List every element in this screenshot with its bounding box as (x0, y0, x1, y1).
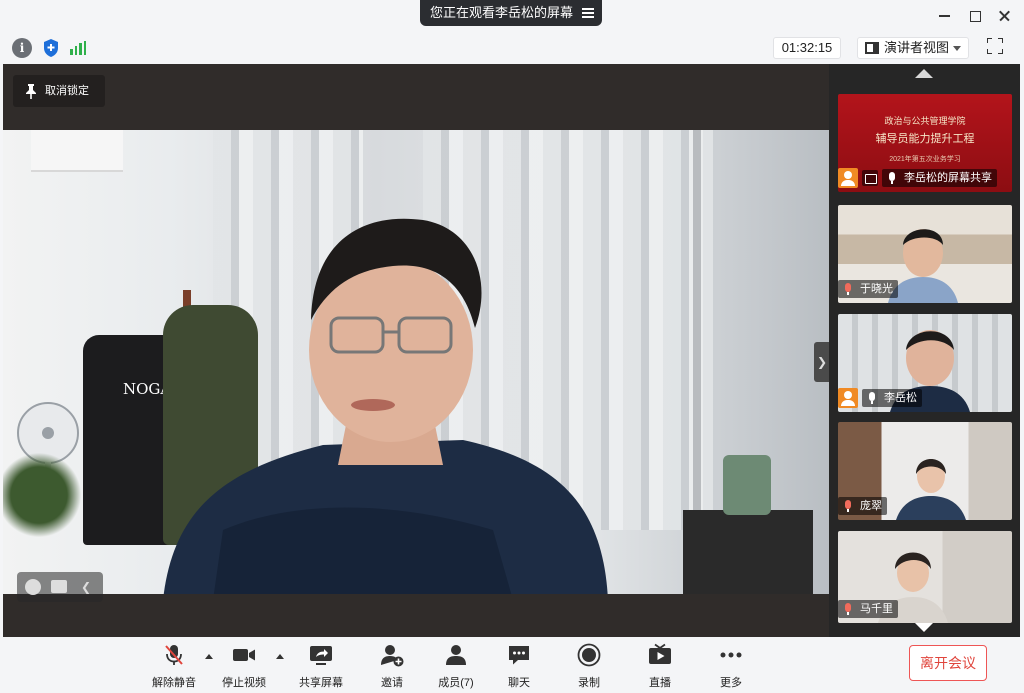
tile-name-bar: 于晓光 (838, 279, 902, 299)
unlock-pin-label: 取消锁定 (45, 85, 89, 97)
mic-muted-icon (162, 643, 186, 667)
collapse-sidebar-button[interactable]: ❯ (814, 342, 830, 382)
participant-tile-screen-share[interactable]: 政治与公共管理学院 辅导员能力提升工程 2021年第五次业务学习 李岳松的屏幕共… (838, 94, 1012, 192)
title-bar: 您正在观看李岳松的屏幕 (0, 0, 1024, 32)
tile-name-bar: 李岳松的屏幕共享 (838, 168, 1001, 188)
slide-line: 政治与公共管理学院 (884, 116, 966, 126)
fullscreen-icon[interactable] (987, 38, 1003, 54)
minimize-button[interactable] (936, 8, 952, 24)
chevron-down-icon (953, 46, 961, 51)
video-options-icon[interactable] (276, 654, 284, 659)
participant-panel: 政治与公共管理学院 辅导员能力提升工程 2021年第五次业务学习 李岳松的屏幕共… (829, 64, 1020, 637)
pin-icon (26, 84, 36, 99)
record-icon (577, 643, 601, 667)
participant-name: 马千里 (838, 600, 898, 618)
top-toolbar: i 01:32:15 演讲者视图 (0, 32, 1024, 64)
scroll-up-icon[interactable] (915, 69, 933, 78)
menu-icon[interactable] (582, 8, 594, 18)
leave-meeting-button[interactable]: 离开会议 (909, 645, 987, 681)
invite-button[interactable]: 邀请 (356, 643, 428, 689)
slide-line: 辅导员能力提升工程 (875, 133, 975, 145)
participant-tile[interactable]: 马千里 (838, 531, 1012, 623)
mic-icon (888, 172, 896, 184)
unmute-button[interactable]: 解除静音 (138, 643, 210, 689)
more-button[interactable]: 更多 (695, 643, 767, 689)
participant-tile[interactable]: 李岳松 (838, 314, 1012, 412)
layout-icon (865, 42, 879, 54)
participant-name: 庞翠 (838, 497, 887, 515)
mic-muted-icon (844, 500, 852, 512)
speaker-video[interactable]: NOGA (3, 130, 829, 594)
screen-share-icon (862, 170, 878, 186)
sharing-banner[interactable]: 您正在观看李岳松的屏幕 (420, 0, 602, 26)
tile-name-bar: 庞翠 (838, 496, 891, 516)
close-button[interactable] (996, 8, 1012, 24)
invite-icon (380, 643, 404, 667)
members-button[interactable]: 成员(7) (420, 643, 492, 689)
view-mode-label: 演讲者视图 (884, 40, 950, 55)
live-label: 直播 (649, 677, 671, 689)
mic-muted-icon (844, 283, 852, 295)
sharing-banner-text: 您正在观看李岳松的屏幕 (430, 5, 574, 20)
slide-line: 2021年第五次业务学习 (889, 156, 961, 163)
share-screen-label: 共享屏幕 (299, 677, 343, 689)
scroll-down-icon[interactable] (915, 623, 933, 632)
mic-muted-icon (844, 603, 852, 615)
main-video-stage: 取消锁定 NOGA ❮ ❯ (3, 64, 830, 637)
unmute-label: 解除静音 (152, 677, 196, 689)
meeting-timer: 01:32:15 (773, 37, 841, 59)
video-camera-icon (232, 643, 256, 667)
tile-name-bar: 李岳松 (838, 388, 926, 408)
tile-name-bar: 马千里 (838, 599, 902, 619)
participant-name: 李岳松 (862, 389, 922, 407)
mic-icon (868, 392, 876, 404)
live-icon (648, 643, 672, 667)
reaction-icon[interactable] (25, 579, 41, 595)
host-icon (838, 168, 858, 188)
share-screen-button[interactable]: 共享屏幕 (285, 643, 357, 689)
stop-video-label: 停止视频 (222, 677, 266, 689)
chevron-left-icon[interactable]: ❮ (81, 580, 91, 594)
caption-icon[interactable] (51, 580, 67, 593)
participant-tile[interactable]: 庞翠 (838, 422, 1012, 520)
record-label: 录制 (578, 677, 600, 689)
chat-button[interactable]: 聊天 (483, 643, 555, 689)
participant-name: 李岳松的屏幕共享 (882, 169, 997, 187)
more-label: 更多 (720, 677, 742, 689)
view-mode-dropdown[interactable]: 演讲者视图 (857, 37, 969, 59)
chat-icon (507, 643, 531, 667)
invite-label: 邀请 (381, 677, 403, 689)
participant-tile[interactable]: 于晓光 (838, 205, 1012, 303)
members-icon (444, 643, 468, 667)
shield-icon[interactable] (41, 38, 61, 58)
meeting-control-bar: 解除静音 停止视频 共享屏幕 邀请 成员(7) 聊天 录制 直播 更多 离开会议 (0, 637, 1024, 693)
signal-strength-icon[interactable] (68, 38, 88, 58)
participant-name: 于晓光 (838, 280, 898, 298)
unlock-pin-button[interactable]: 取消锁定 (13, 75, 105, 107)
chat-label: 聊天 (508, 677, 530, 689)
live-stream-button[interactable]: 直播 (624, 643, 696, 689)
host-icon (838, 388, 858, 408)
record-button[interactable]: 录制 (553, 643, 625, 689)
info-icon[interactable]: i (12, 38, 32, 58)
video-overlay-controls: ❮ (17, 572, 103, 602)
shared-slide-preview: 政治与公共管理学院 辅导员能力提升工程 2021年第五次业务学习 (838, 114, 1012, 164)
members-label: 成员(7) (438, 677, 474, 689)
maximize-button[interactable] (967, 8, 983, 24)
share-screen-icon (309, 643, 333, 667)
stop-video-button[interactable]: 停止视频 (208, 643, 280, 689)
more-icon (719, 643, 743, 667)
